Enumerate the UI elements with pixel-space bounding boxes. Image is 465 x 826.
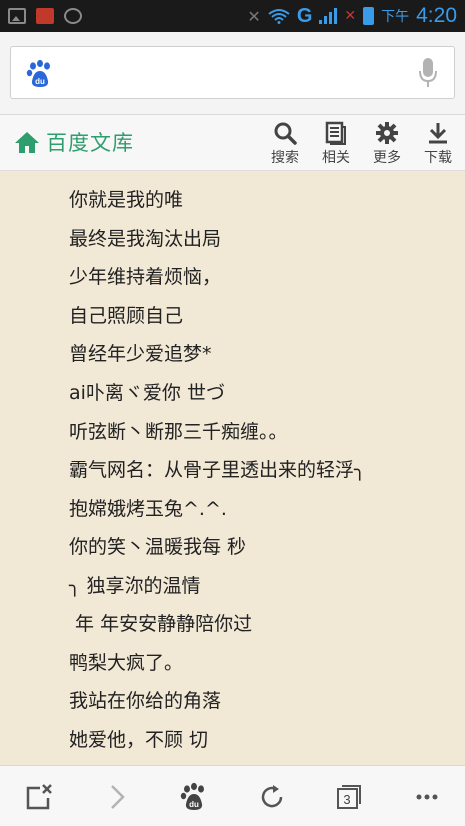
download-button[interactable]: 下载 bbox=[415, 121, 461, 167]
signal-icon bbox=[319, 8, 338, 24]
document-line: 我站在你给的角落 bbox=[69, 690, 222, 712]
tabs-button[interactable]: 3 bbox=[332, 780, 366, 814]
battery-icon bbox=[363, 7, 375, 25]
home-icon bbox=[15, 132, 39, 153]
document-line: 少年维持着烦恼， bbox=[69, 266, 222, 288]
refresh-icon bbox=[261, 785, 283, 808]
search-button[interactable]: 搜索 bbox=[262, 121, 308, 167]
svg-text:du: du bbox=[35, 77, 45, 86]
document-line: 鸭梨大疯了。 bbox=[69, 652, 184, 674]
related-button-label: 相关 bbox=[322, 150, 350, 166]
wenku-brand[interactable]: 百度文库 bbox=[14, 127, 134, 157]
download-button-label: 下载 bbox=[424, 150, 452, 166]
status-time: 4:20 bbox=[416, 4, 457, 27]
document-icon bbox=[325, 121, 346, 145]
search-input[interactable]: du bbox=[10, 46, 455, 99]
related-button[interactable]: 相关 bbox=[313, 121, 359, 167]
page-title: 百度文库 bbox=[46, 131, 134, 155]
wifi-icon bbox=[268, 9, 290, 24]
close-page-icon bbox=[26, 784, 52, 810]
menu-button[interactable] bbox=[410, 780, 444, 814]
document-line: 听弦断丶断那三千痴缠。。 bbox=[69, 421, 288, 443]
search-icon bbox=[274, 122, 297, 145]
baidu-home-button[interactable]: du bbox=[177, 780, 211, 814]
browser-bottom-nav: du 3 bbox=[0, 765, 465, 826]
forward-icon bbox=[111, 785, 125, 809]
document-line: ai卟离ヾ爱你 世づ bbox=[69, 382, 225, 404]
app-notification-icon bbox=[36, 8, 54, 24]
browser-search-area: du bbox=[0, 32, 465, 115]
document-line: 她爱他，不顾 切 bbox=[69, 729, 209, 751]
baidu-home-icon: du bbox=[180, 782, 204, 810]
gallery-icon bbox=[8, 8, 26, 24]
document-content[interactable]: 你就是我的唯 最终是我淘汰出局 少年维持着烦恼， 自己照顾自己 曾经年少爱追梦*… bbox=[0, 171, 465, 765]
no-sim-icon: ✕ bbox=[344, 8, 357, 24]
document-line: 你就是我的唯 bbox=[69, 189, 184, 211]
document-line: 年 年安安静静陪你过 bbox=[69, 613, 253, 635]
svg-text:du: du bbox=[189, 800, 199, 809]
document-line: 抱嫦娥烤玉兔^.^. bbox=[69, 498, 227, 520]
tab-count: 3 bbox=[343, 791, 351, 807]
wenku-toolbar: 百度文库 搜索 相关 更多 下载 bbox=[0, 115, 465, 171]
status-bar: ✕ G ✕ 下午 4:20 bbox=[0, 0, 465, 32]
download-icon bbox=[429, 123, 447, 144]
microphone-icon[interactable] bbox=[418, 57, 438, 89]
baidu-paw-icon: du bbox=[26, 59, 50, 87]
shield-icon bbox=[64, 8, 82, 24]
close-page-button[interactable] bbox=[22, 780, 56, 814]
document-line: ╮ 独享沵的温情 bbox=[69, 575, 201, 597]
more-button[interactable]: 更多 bbox=[364, 121, 410, 167]
document-line: 自己照顾自己 bbox=[69, 305, 184, 327]
status-ampm: 下午 bbox=[381, 9, 410, 25]
mute-icon: ✕ bbox=[247, 6, 261, 26]
document-line: 霸气网名：从骨子里透出来的轻浮╮ bbox=[69, 459, 366, 481]
document-line: 你的笑丶温暖我每 秒 bbox=[69, 536, 247, 558]
search-button-label: 搜索 bbox=[271, 150, 299, 166]
document-line: 曾经年少爱追梦* bbox=[69, 343, 212, 365]
network-type: G bbox=[296, 4, 313, 27]
forward-button[interactable] bbox=[100, 780, 134, 814]
menu-icon bbox=[416, 794, 438, 800]
more-button-label: 更多 bbox=[373, 150, 401, 166]
refresh-button[interactable] bbox=[255, 780, 289, 814]
gear-icon bbox=[376, 122, 398, 144]
document-line: 最终是我淘汰出局 bbox=[69, 228, 222, 250]
